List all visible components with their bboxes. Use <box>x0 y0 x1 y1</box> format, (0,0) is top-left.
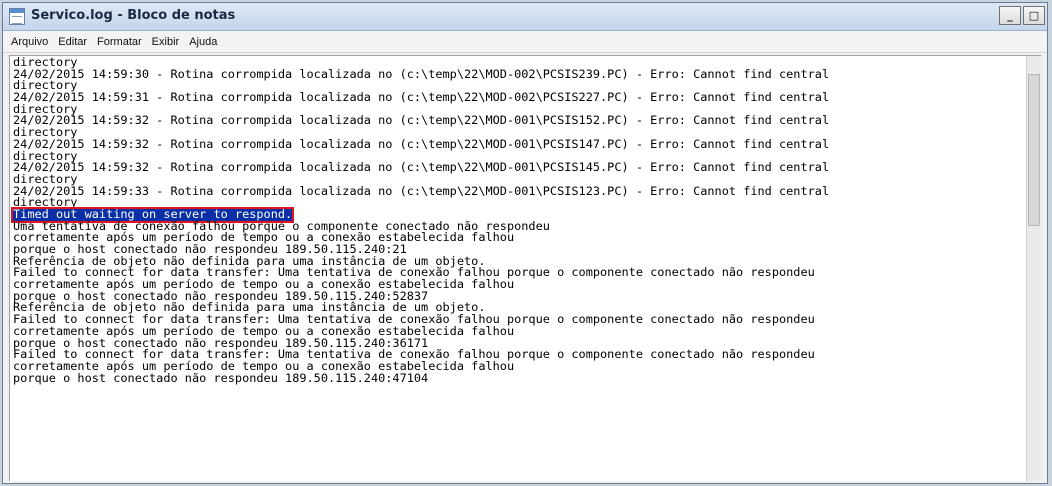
menu-bar: Arquivo Editar Formatar Exibir Ajuda <box>3 31 1047 53</box>
menu-ajuda[interactable]: Ajuda <box>184 36 222 48</box>
text-editor[interactable]: directory 24/02/2015 14:59:30 - Rotina c… <box>9 55 1041 481</box>
editor-content[interactable]: directory 24/02/2015 14:59:30 - Rotina c… <box>10 56 1025 385</box>
window-controls: _ □ <box>999 6 1045 25</box>
log-line: 24/02/2015 14:59:32 - Rotina corrompida … <box>13 136 830 151</box>
log-line: 24/02/2015 14:59:32 - Rotina corrompida … <box>13 160 830 175</box>
notepad-icon <box>9 8 25 25</box>
vertical-scrollbar[interactable] <box>1026 56 1041 481</box>
notepad-window: Servico.log - Bloco de notas _ □ Arquivo… <box>2 2 1048 484</box>
window-title: Servico.log - Bloco de notas <box>31 8 236 23</box>
menu-arquivo[interactable]: Arquivo <box>6 36 53 48</box>
log-line: 24/02/2015 14:59:32 - Rotina corrompida … <box>13 113 830 128</box>
log-line: porque o host conectado não respondeu 18… <box>13 370 429 385</box>
title-bar[interactable]: Servico.log - Bloco de notas _ □ <box>3 3 1047 31</box>
log-line: 24/02/2015 14:59:31 - Rotina corrompida … <box>13 90 830 105</box>
log-line: 24/02/2015 14:59:30 - Rotina corrompida … <box>13 66 830 81</box>
menu-exibir[interactable]: Exibir <box>147 36 185 48</box>
log-line: 24/02/2015 14:59:33 - Rotina corrompida … <box>13 183 830 198</box>
minimize-button[interactable]: _ <box>999 6 1021 25</box>
scroll-thumb[interactable] <box>1028 74 1040 226</box>
menu-editar[interactable]: Editar <box>53 36 92 48</box>
menu-formatar[interactable]: Formatar <box>92 36 147 48</box>
maximize-button[interactable]: □ <box>1023 6 1045 25</box>
